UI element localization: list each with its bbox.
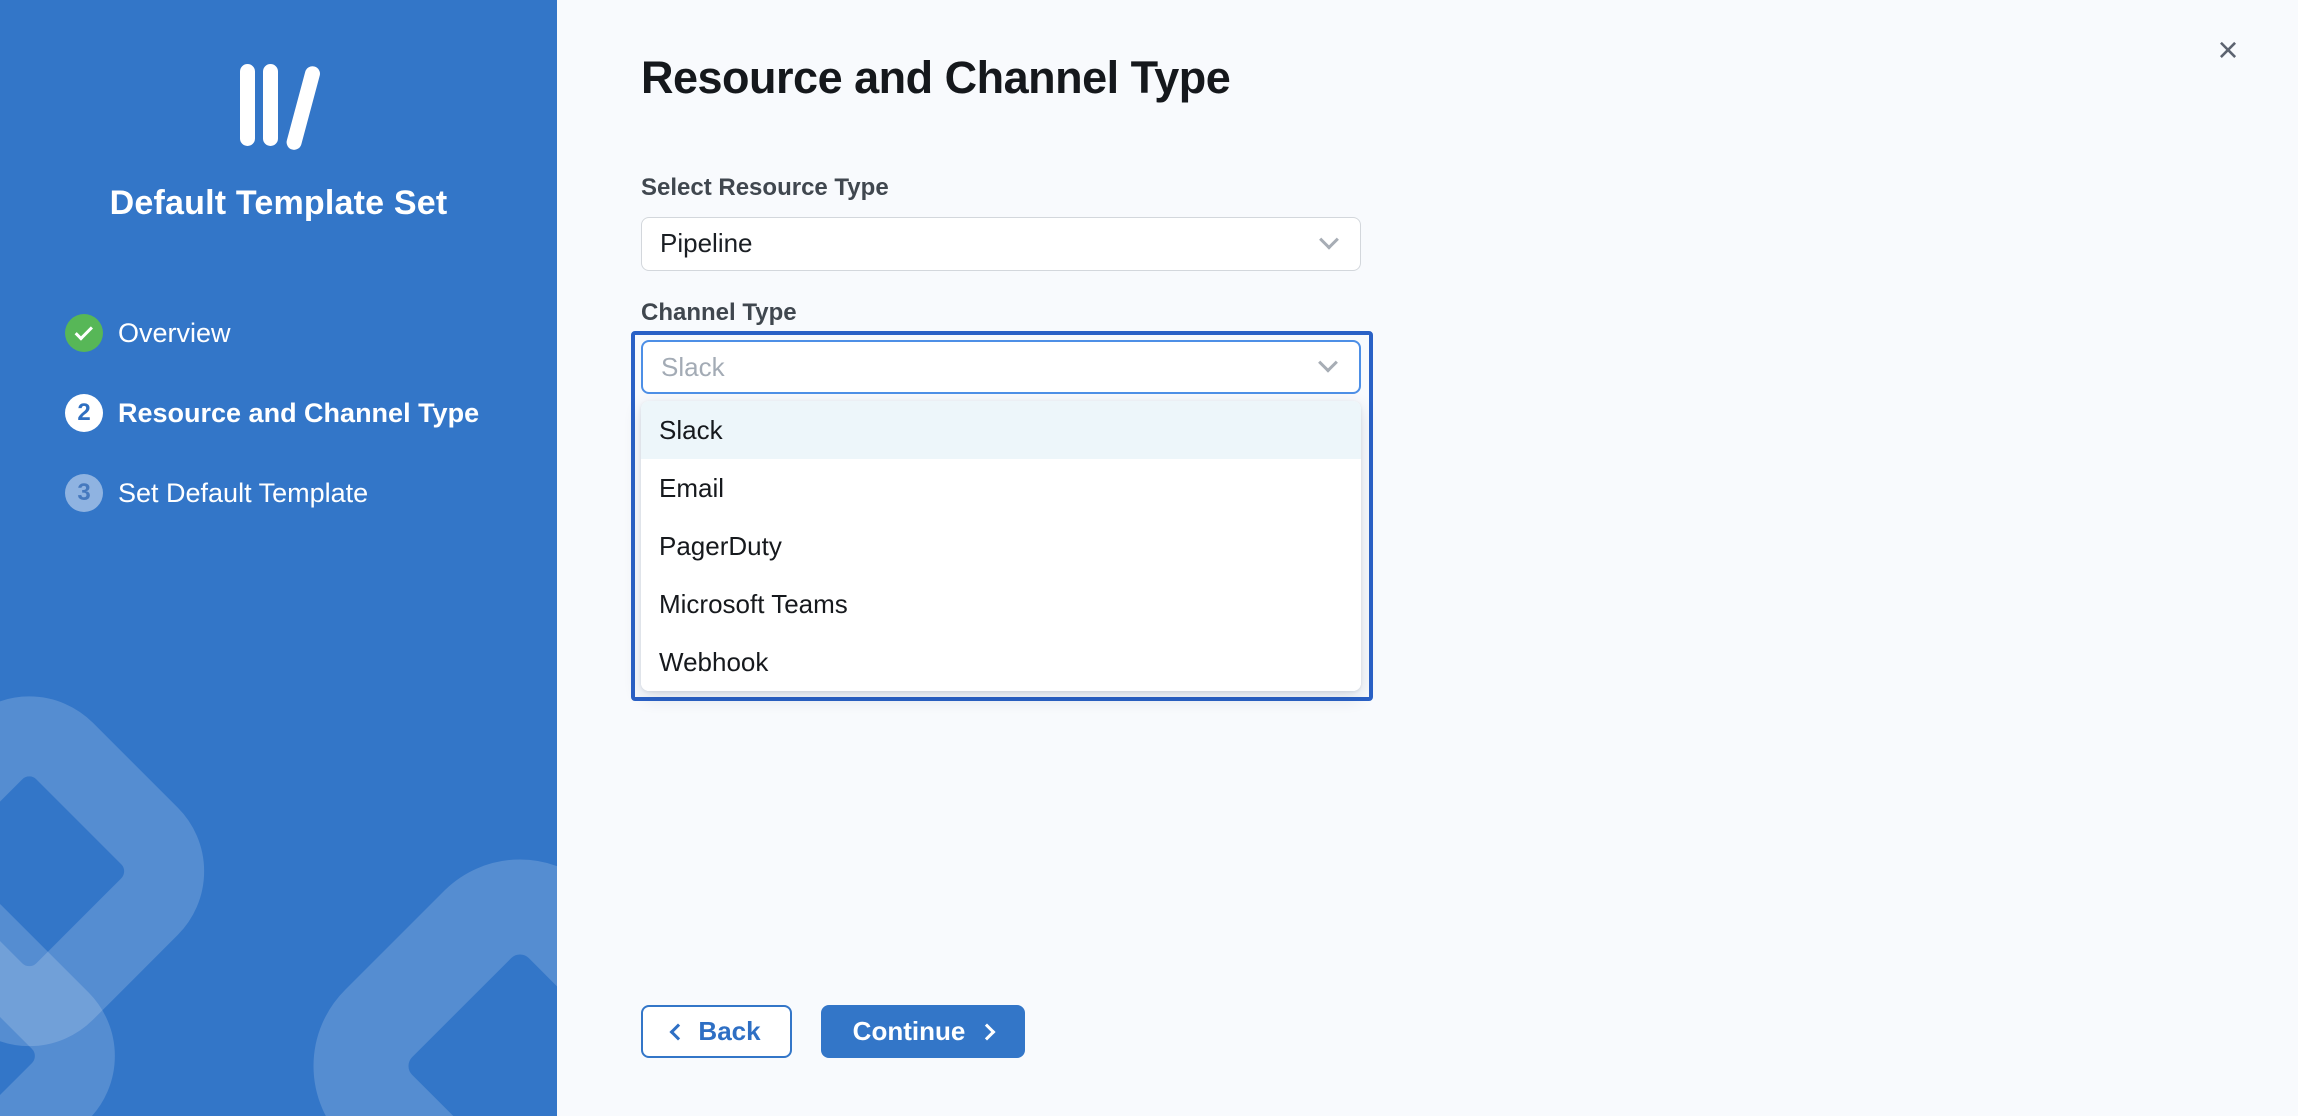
page-title: Resource and Channel Type xyxy=(641,52,2298,104)
step-complete-badge xyxy=(65,314,103,352)
step-label: Overview xyxy=(118,318,231,349)
step-overview[interactable]: Overview xyxy=(65,313,557,353)
channel-type-value: Slack xyxy=(661,352,1321,383)
step-resource-and-channel-type[interactable]: 2 Resource and Channel Type xyxy=(65,393,557,433)
channel-type-dropdown-menu: Slack Email PagerDuty Microsoft Teams We… xyxy=(641,401,1361,691)
back-button[interactable]: Back xyxy=(641,1005,792,1058)
continue-button-label: Continue xyxy=(853,1016,966,1047)
resource-type-label: Select Resource Type xyxy=(641,174,2298,203)
resource-type-select[interactable]: Pipeline xyxy=(641,217,1361,271)
wizard-sidebar: Default Template Set Overview 2 Resource… xyxy=(0,0,557,1116)
step-label: Set Default Template xyxy=(118,478,368,509)
wizard-actions: Back Continue xyxy=(641,1005,2298,1058)
channel-type-focus-ring: Slack Slack Email PagerDuty Microsoft Te… xyxy=(631,331,1373,701)
chevron-down-icon xyxy=(1319,229,1339,249)
wizard-step-content: Resource and Channel Type Select Resourc… xyxy=(557,0,2298,1116)
wizard-title: Default Template Set xyxy=(0,184,557,223)
chevron-right-icon xyxy=(979,1023,996,1040)
option-pagerduty[interactable]: PagerDuty xyxy=(641,517,1361,575)
wizard-modal: Default Template Set Overview 2 Resource… xyxy=(0,0,2298,1116)
checkmark-icon xyxy=(74,322,92,340)
option-email[interactable]: Email xyxy=(641,459,1361,517)
continue-button[interactable]: Continue xyxy=(821,1005,1025,1058)
brand-watermark xyxy=(0,686,557,1116)
option-microsoft-teams[interactable]: Microsoft Teams xyxy=(641,575,1361,633)
chevron-left-icon xyxy=(670,1023,687,1040)
wizard-steps: Overview 2 Resource and Channel Type 3 S… xyxy=(0,313,557,513)
step-number-badge: 2 xyxy=(65,394,103,432)
step-set-default-template[interactable]: 3 Set Default Template xyxy=(65,473,557,513)
channel-type-select[interactable]: Slack xyxy=(641,340,1361,394)
app-logo-icon xyxy=(238,64,320,150)
option-slack[interactable]: Slack xyxy=(641,401,1361,459)
chevron-down-icon xyxy=(1318,353,1338,373)
channel-type-label: Channel Type xyxy=(641,299,2298,328)
option-webhook[interactable]: Webhook xyxy=(641,633,1361,691)
step-number-badge: 3 xyxy=(65,474,103,512)
step-label: Resource and Channel Type xyxy=(118,398,479,429)
resource-type-value: Pipeline xyxy=(660,228,1322,259)
back-button-label: Back xyxy=(698,1016,760,1047)
